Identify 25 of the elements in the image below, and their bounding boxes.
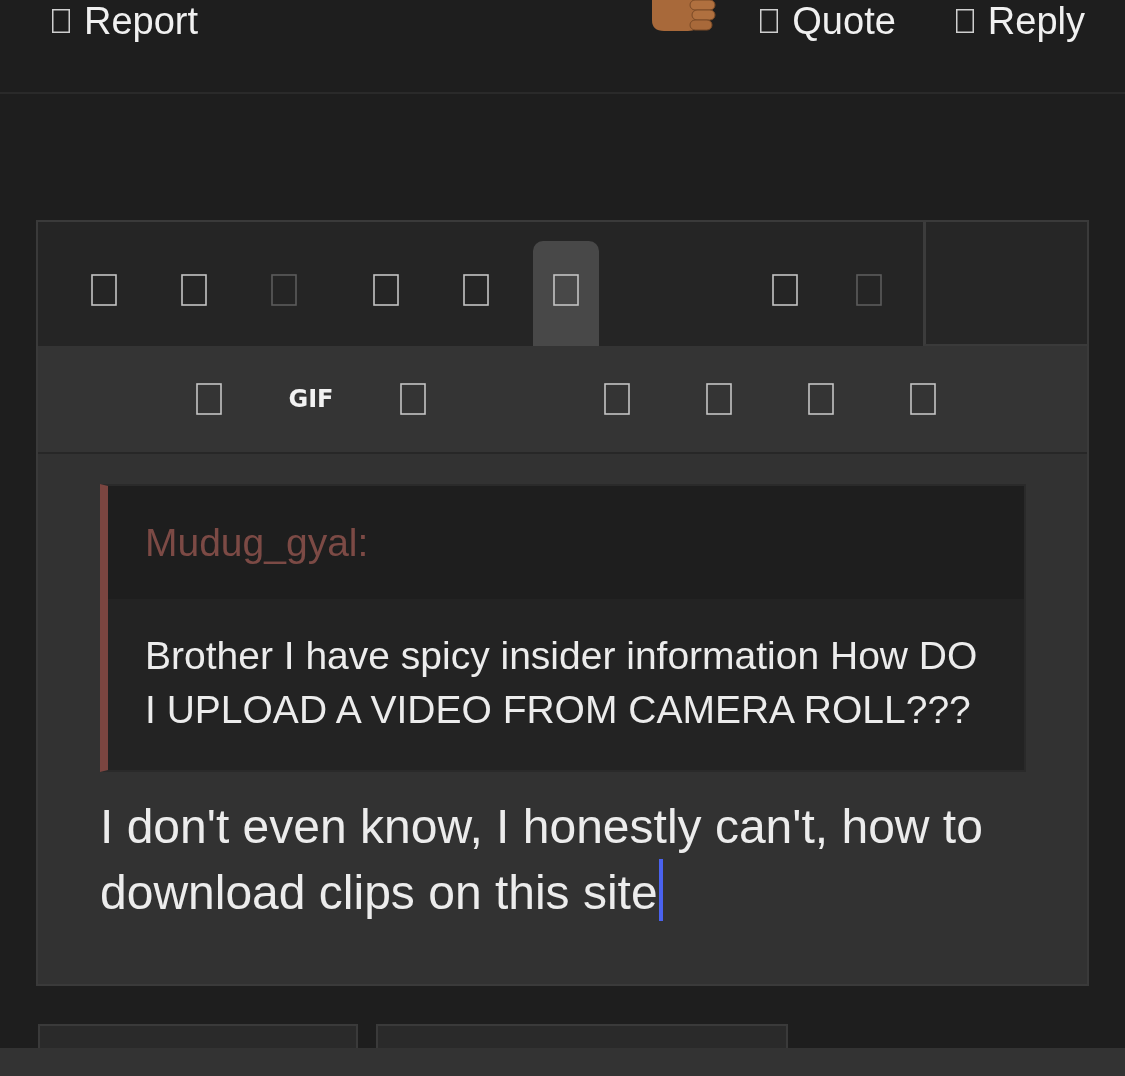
missing-glyph-icon [196, 383, 222, 415]
missing-glyph-icon [955, 9, 974, 33]
message-editor[interactable]: Mudug_gyal: Brother I have spicy insider information How DO I UPLOAD A VIDEO FROM CAMERA ROLL??? I don't even know, I honestly can't, how to download clips on this site [38, 454, 1087, 984]
missing-glyph-icon [373, 273, 399, 306]
missing-glyph-icon [910, 383, 936, 415]
missing-glyph-icon [856, 273, 882, 306]
missing-glyph-icon [271, 273, 297, 306]
missing-glyph-icon [181, 273, 207, 306]
hand-emoji-icon[interactable] [650, 0, 717, 31]
post-action-button[interactable]: Report [52, 0, 199, 42]
missing-glyph-icon [553, 273, 579, 306]
missing-glyph-icon [400, 383, 426, 415]
missing-glyph-icon [52, 9, 70, 33]
missing-glyph-icon [808, 383, 834, 415]
toolbar-button[interactable] [533, 241, 599, 346]
post-action-button[interactable]: Reply [955, 0, 1085, 42]
missing-glyph-icon [604, 383, 630, 415]
message-text: I don't even know, I honestly can't, how to download clips on this site [100, 800, 983, 919]
missing-glyph-icon [706, 383, 732, 415]
missing-glyph-icon [760, 9, 779, 33]
post-action-button[interactable]: Quote [760, 0, 896, 42]
missing-glyph-icon [91, 273, 117, 306]
missing-glyph-icon [463, 273, 489, 306]
gif-button[interactable]: GIF [278, 366, 344, 432]
missing-glyph-icon [772, 273, 798, 306]
